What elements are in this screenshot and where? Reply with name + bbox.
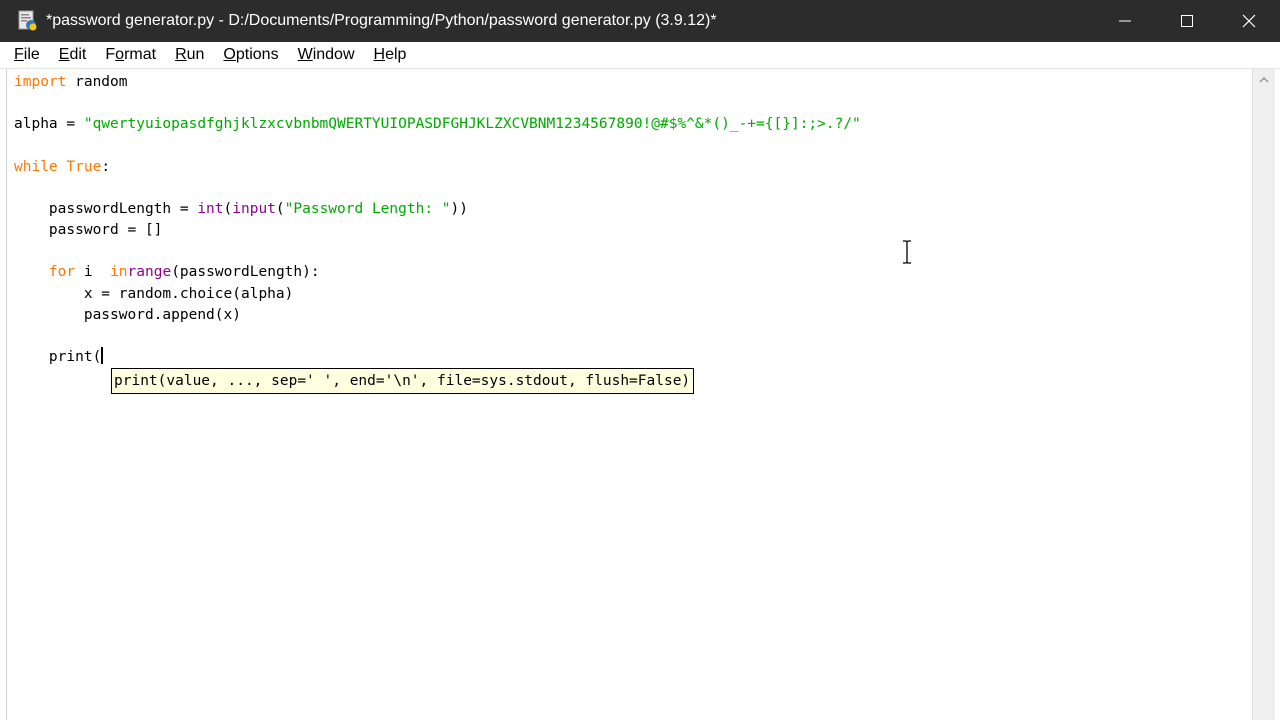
ibeam-cursor-icon (900, 240, 914, 264)
code-line: password.append(x) (14, 305, 241, 326)
code-token: int (197, 200, 224, 217)
code-token: True (66, 158, 102, 175)
maximize-button[interactable] (1156, 0, 1218, 42)
code-token: )) (450, 200, 468, 217)
window-controls (1094, 0, 1280, 42)
menu-run[interactable]: Run (166, 42, 213, 68)
idle-editor-window: *password generator.py - D:/Documents/Pr… (0, 0, 1280, 720)
menu-help[interactable]: Help (365, 42, 416, 68)
menu-window[interactable]: Window (289, 42, 364, 68)
menu-label-rest: indow (312, 46, 355, 63)
code-line: x = random.choice(alpha) (14, 284, 294, 305)
code-token: password.append(x) (83, 306, 241, 323)
code-token: print( (48, 348, 102, 365)
code-token: passwordLength = (48, 200, 198, 217)
close-button[interactable] (1218, 0, 1280, 42)
code-line: while True: (14, 157, 110, 178)
code-token: alpha = (14, 116, 84, 133)
editor-frame: import random alpha = "qwertyuiopasdfghjk… (6, 69, 1275, 720)
chevron-up-icon (1259, 70, 1269, 88)
code-token: (passwordLength): (171, 264, 320, 281)
menu-mnemonic: W (297, 46, 313, 63)
menu-file[interactable]: File (5, 42, 49, 68)
maximize-icon (1180, 14, 1194, 28)
code-token: while (14, 158, 58, 175)
menu-label-rest: rmat (124, 46, 157, 63)
code-token: random (66, 74, 128, 90)
minimize-icon (1118, 14, 1132, 28)
code-token: password = [] (48, 222, 163, 239)
code-token: import (14, 74, 67, 90)
menu-mnemonic: o (115, 46, 125, 63)
code-token: "qwertyuiopasdfghjklzxcvbnbmQWERTYUIOPAS… (83, 116, 861, 133)
title-bar[interactable]: *password generator.py - D:/Documents/Pr… (0, 0, 1280, 42)
close-icon (1242, 14, 1256, 28)
vertical-scrollbar[interactable] (1252, 69, 1275, 720)
code-line: alpha = "qwertyuiopasdfghjklzxcvbnbmQWER… (14, 114, 861, 135)
window-title: *password generator.py - D:/Documents/Pr… (46, 12, 717, 29)
code-token: for (48, 264, 76, 281)
code-token: : (101, 158, 111, 175)
menu-label-rest: elp (385, 46, 407, 63)
menu-options[interactable]: Options (214, 42, 287, 68)
code-line: password = [] (14, 220, 163, 241)
menu-label-prefix: F (105, 46, 116, 63)
code-token: in (110, 264, 128, 281)
scroll-up-button[interactable] (1253, 69, 1275, 89)
calltip-tooltip: print(value, ..., sep=' ', end='\n', fil… (111, 368, 695, 394)
code-token: "Password Length: " (284, 200, 451, 217)
code-token: ( (275, 200, 285, 217)
menu-label-rest: un (186, 46, 205, 63)
code-line: print( (14, 346, 104, 368)
code-token: ( (223, 200, 233, 217)
code-token: input (232, 200, 276, 217)
menu-mnemonic: H (373, 46, 386, 63)
menu-bar: File Edit Format Run Options Window Help (0, 42, 1280, 69)
menu-format[interactable]: Format (96, 42, 165, 68)
code-line: for i inrange(passwordLength): (14, 262, 320, 283)
menu-mnemonic: F (14, 46, 24, 63)
menu-label-rest: ptions (235, 46, 279, 63)
menu-mnemonic: R (175, 46, 187, 63)
code-token: range (127, 264, 172, 281)
menu-mnemonic: O (223, 46, 236, 63)
code-line: passwordLength = int(input("Password Len… (14, 199, 468, 220)
minimize-button[interactable] (1094, 0, 1156, 42)
code-token: i (75, 264, 102, 281)
text-caret (101, 346, 104, 364)
python-idle-icon (16, 10, 38, 32)
code-token: x = random.choice(alpha) (83, 285, 294, 302)
menu-edit[interactable]: Edit (50, 42, 96, 68)
code-line: import random (14, 72, 128, 93)
menu-label-rest: dit (69, 46, 87, 63)
code-editor[interactable]: import random alpha = "qwertyuiopasdfghjk… (14, 70, 1244, 720)
menu-mnemonic: E (58, 46, 70, 63)
menu-label-rest: ile (23, 46, 40, 63)
